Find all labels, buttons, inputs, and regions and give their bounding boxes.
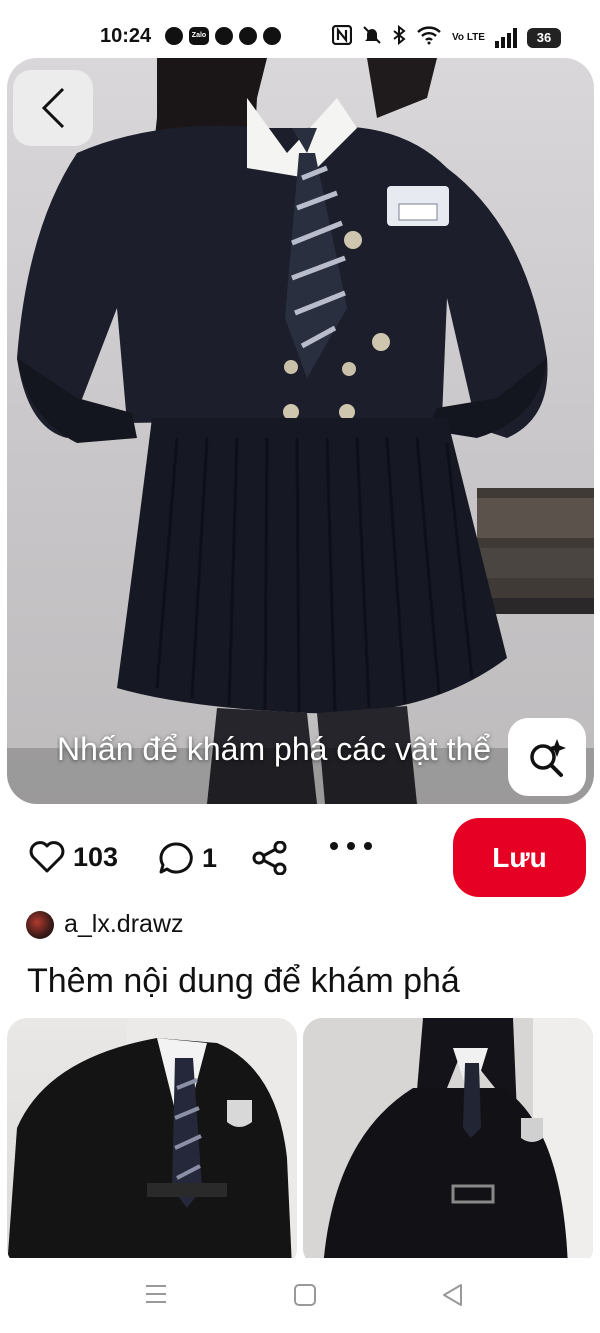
system-icons: Vo LTE 36 [331, 24, 561, 50]
status-time: 10:24 [100, 25, 152, 47]
notification-icons: Zalo [165, 27, 281, 45]
likes-count: 103 [73, 841, 119, 872]
avatar[interactable] [26, 910, 54, 939]
system-navigation-bar [0, 1258, 600, 1333]
home-square-icon [294, 1284, 316, 1306]
nfc-icon [331, 24, 353, 50]
facebook-icon [263, 27, 281, 45]
heart-icon [29, 841, 65, 873]
lens-sparkle-icon [530, 739, 566, 777]
wifi-icon [416, 25, 442, 50]
related-pin-card[interactable] [7, 1018, 297, 1268]
battery-icon: 36 [526, 27, 561, 48]
mute-icon [362, 25, 382, 50]
related-pin-card[interactable] [303, 1018, 593, 1268]
share-button[interactable] [252, 841, 288, 875]
back-button[interactable] [13, 70, 93, 146]
related-pin-image [7, 1018, 297, 1268]
more-dots-icon [330, 842, 372, 850]
volte-icon: Vo LTE [452, 31, 485, 43]
related-pin-image [303, 1018, 593, 1268]
visual-search-button[interactable] [508, 718, 586, 796]
share-icon [252, 841, 287, 875]
facebook-icon [215, 27, 233, 45]
chevron-left-icon [41, 87, 65, 129]
menu-icon [146, 1285, 166, 1303]
bluetooth-icon [392, 24, 406, 50]
like-button[interactable]: 103 [29, 841, 118, 873]
pin-image[interactable] [7, 58, 594, 804]
creator-row[interactable]: a_lx.drawz [26, 910, 184, 939]
facebook-icon [239, 27, 257, 45]
signal-icon [494, 27, 517, 48]
comment-button[interactable]: 1 [158, 841, 217, 875]
zalo-icon: Zalo [189, 27, 209, 45]
comments-count: 1 [202, 842, 218, 873]
more-options-button[interactable] [329, 841, 373, 851]
more-to-explore-title: Thêm nội dung để khám phá [27, 962, 460, 1000]
menu-button[interactable] [144, 1283, 168, 1310]
home-button[interactable] [293, 1283, 317, 1312]
chat-icon [165, 27, 183, 45]
comment-bubble-icon [159, 842, 193, 874]
nav-back-button[interactable] [441, 1283, 463, 1312]
uniform-photo [7, 58, 594, 804]
creator-username[interactable]: a_lx.drawz [64, 910, 184, 939]
back-triangle-icon [443, 1284, 462, 1306]
save-button[interactable]: Lưu [453, 818, 586, 897]
visual-search-hint: Nhấn để khám phá các vật thể [57, 731, 492, 767]
